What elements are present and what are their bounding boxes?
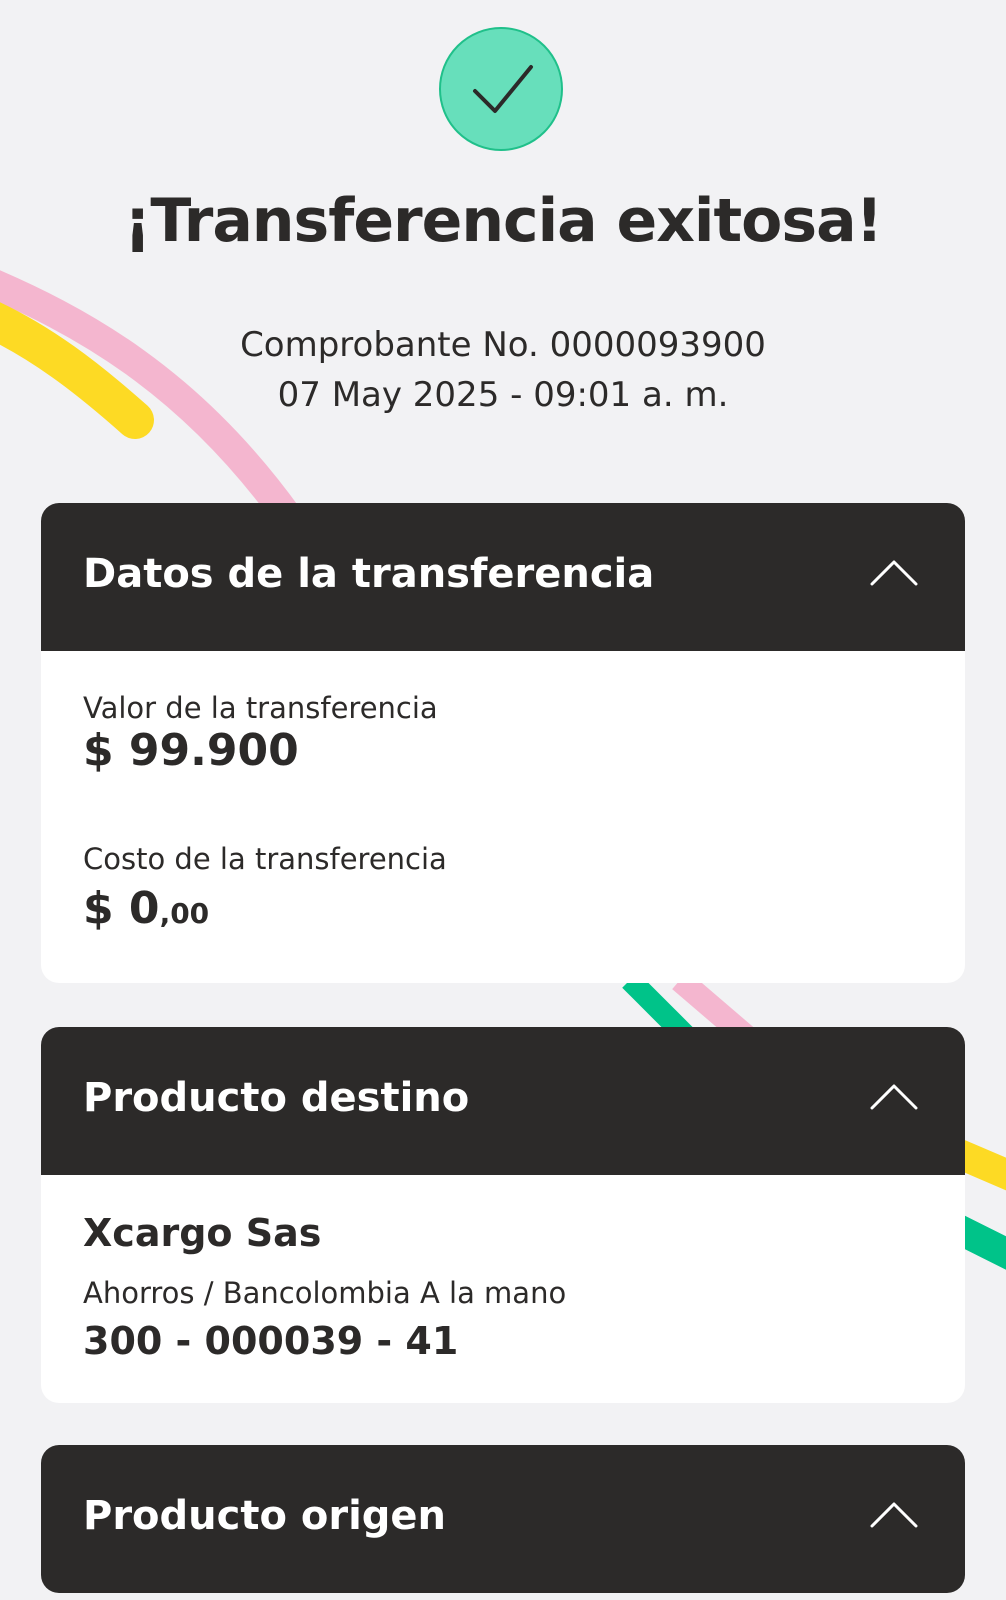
transfer-cost-amount: $ 0,00 [83, 883, 209, 934]
transfer-details-header[interactable]: Datos de la transferencia [41, 503, 965, 651]
transfer-value-label: Valor de la transferencia [83, 691, 438, 725]
transfer-details-title: Datos de la transferencia [83, 551, 655, 597]
chevron-up-icon[interactable] [869, 1081, 919, 1113]
destination-product-card: Producto destino Xcargo Sas Ahorros / Ba… [41, 1027, 965, 1403]
destination-account-type: Ahorros / Bancolombia A la mano [83, 1276, 567, 1310]
transfer-value-amount: $ 99.900 [83, 725, 299, 776]
destination-product-header[interactable]: Producto destino [41, 1027, 965, 1175]
chevron-up-icon[interactable] [869, 557, 919, 589]
chevron-up-icon[interactable] [869, 1499, 919, 1531]
transfer-cost-label: Costo de la transferencia [83, 842, 447, 876]
transfer-receipt-page: ¡Transferencia exitosa! Comprobante No. … [0, 0, 1006, 1600]
origin-product-card: Producto origen [41, 1445, 965, 1593]
destination-product-body: Xcargo Sas Ahorros / Bancolombia A la ma… [41, 1175, 965, 1403]
destination-product-title: Producto destino [83, 1075, 470, 1121]
transfer-cost-cents: ,00 [159, 897, 210, 930]
transfer-details-card: Datos de la transferencia Valor de la tr… [41, 503, 965, 983]
receipt-number: Comprobante No. 0000093900 [240, 325, 766, 365]
transfer-datetime: 07 May 2025 - 09:01 a. m. [277, 375, 729, 415]
destination-name: Xcargo Sas [83, 1211, 322, 1255]
transfer-details-body: Valor de la transferencia $ 99.900 Costo… [41, 651, 965, 983]
origin-product-header[interactable]: Producto origen [41, 1445, 965, 1593]
origin-product-title: Producto origen [83, 1493, 447, 1539]
destination-account-number: 300 - 000039 - 41 [83, 1319, 459, 1363]
page-title: ¡Transferencia exitosa! [124, 186, 883, 256]
check-icon [439, 27, 563, 151]
transfer-cost-main: $ 0 [83, 883, 160, 934]
